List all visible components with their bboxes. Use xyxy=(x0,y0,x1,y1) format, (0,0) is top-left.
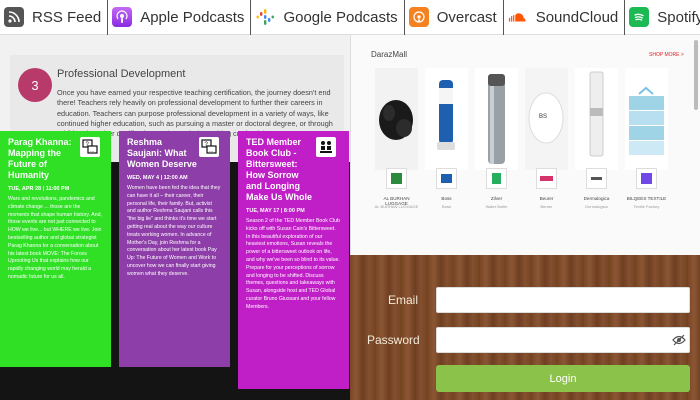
backpack-image xyxy=(375,68,418,170)
towel-stack-image xyxy=(625,68,668,170)
product-item[interactable]: Zilver Water Bottle xyxy=(473,68,520,258)
soundcloud-link[interactable]: SoundCloud xyxy=(504,0,626,35)
product-name: Dermalogica xyxy=(583,196,610,201)
email-field[interactable] xyxy=(436,287,690,313)
product-item[interactable]: Boss Boss xyxy=(423,68,470,258)
product-subtitle: Textile Factory xyxy=(633,204,660,209)
rss-feed-link[interactable]: RSS Feed xyxy=(0,0,109,35)
rss-feed-label: RSS Feed xyxy=(32,8,102,26)
apple-podcasts-link[interactable]: Apple Podcasts xyxy=(108,0,252,35)
product-subtitle: Beurer xyxy=(540,204,553,209)
rss-icon xyxy=(4,7,24,27)
brand-logo xyxy=(436,168,457,189)
scale-image: BS xyxy=(525,68,568,170)
event-date: WED, MAY 4 | 12:00 AM xyxy=(127,175,188,181)
password-field[interactable] xyxy=(436,327,690,353)
overcast-icon xyxy=(408,7,429,27)
product-item[interactable]: Dermalogica Dermalogica xyxy=(573,68,620,258)
appliance-image xyxy=(425,68,468,170)
google-podcasts-label: Google Podcasts xyxy=(283,8,398,26)
darazmall-panel: DarazMall SHOP MORE > AL BURHAN LUGGAGE … xyxy=(350,35,700,255)
shop-brand: DarazMall xyxy=(371,50,408,59)
event-description: Women have been fed the idea that they c… xyxy=(127,185,221,277)
cream-tube-image xyxy=(575,68,618,170)
spotify-icon xyxy=(629,7,650,27)
product-name: Boss xyxy=(441,196,452,201)
product-item[interactable]: BS Beurer Beurer xyxy=(523,68,570,258)
event-card-reshma-saujani[interactable]: ?... Reshma Saujani: What Women Deserve … xyxy=(119,131,230,367)
event-title: Reshma Saujani: What Women Deserve xyxy=(127,137,197,169)
password-label: Password xyxy=(367,333,420,347)
podcast-bar: RSS Feed Apple Podcasts Google Podcasts … xyxy=(0,0,700,35)
chat-question-icon[interactable]: ?... xyxy=(199,137,219,157)
spotify-link[interactable]: Spotify xyxy=(625,0,700,35)
event-card-parag-khanna[interactable]: ?... Parag Khanna: Mapping the Future of… xyxy=(0,131,111,367)
step-number-badge: 3 xyxy=(18,68,52,102)
page-root: RSS Feed Apple Podcasts Google Podcasts … xyxy=(0,0,700,400)
apple-podcasts-icon xyxy=(112,7,133,27)
product-item[interactable]: AL BURHAN LUGGAGE AL BURHAN LUGGAGE xyxy=(373,68,420,258)
product-subtitle: Dermalogica xyxy=(585,204,608,209)
login-panel: Email Password Login xyxy=(350,255,700,400)
bottle-image xyxy=(475,68,518,170)
brand-logo xyxy=(386,168,407,189)
spotify-label: Spotify xyxy=(657,8,700,26)
product-name: Beurer xyxy=(539,196,554,201)
login-button[interactable]: Login xyxy=(436,365,690,392)
product-name: BILQEES TEXTILE xyxy=(626,196,667,201)
shop-more-link[interactable]: SHOP MORE > xyxy=(649,52,684,58)
event-title: TED Member Book Club - Bittersweet: How … xyxy=(246,137,313,202)
product-subtitle: AL BURHAN LUGGAGE xyxy=(374,204,419,209)
svg-text:...: ... xyxy=(90,148,94,154)
soundcloud-label: SoundCloud xyxy=(535,8,619,26)
product-subtitle: Water Bottle xyxy=(485,204,508,209)
shop-scrollbar[interactable] xyxy=(694,40,698,110)
eye-off-icon[interactable] xyxy=(672,333,686,347)
svg-text:...: ... xyxy=(209,148,213,154)
brand-logo xyxy=(586,168,607,189)
brand-logo xyxy=(636,168,657,189)
chat-question-icon[interactable]: ?... xyxy=(80,137,100,157)
brand-logo xyxy=(486,168,507,189)
event-card-ted-book-club[interactable]: TED Member Book Club - Bittersweet: How … xyxy=(238,131,349,389)
product-item[interactable]: BILQEES TEXTILE Textile Factory xyxy=(623,68,670,258)
event-date: TUE, MAY 17 | 8:00 PM xyxy=(246,208,305,214)
product-name: Zilver xyxy=(490,196,503,201)
soundcloud-icon xyxy=(508,7,528,27)
brand-logo xyxy=(536,168,557,189)
google-podcasts-icon xyxy=(255,7,275,27)
book-club-icon[interactable] xyxy=(316,137,336,157)
google-podcasts-link[interactable]: Google Podcasts xyxy=(251,0,405,35)
svg-text:BS: BS xyxy=(539,114,547,120)
email-label: Email xyxy=(388,293,419,307)
event-title: Parag Khanna: Mapping the Future of Huma… xyxy=(8,137,72,180)
overcast-link[interactable]: Overcast xyxy=(405,0,504,35)
product-subtitle: Boss xyxy=(442,204,451,209)
event-description: Season 2 of the TED Member Book Club kic… xyxy=(246,218,340,310)
panel-title: Professional Development xyxy=(57,68,186,80)
event-description: Wars and revolutions, pandemics and clim… xyxy=(8,196,102,280)
apple-podcasts-label: Apple Podcasts xyxy=(140,8,245,26)
overcast-label: Overcast xyxy=(436,8,497,26)
event-date: TUE, APR 28 | 11:00 PM xyxy=(8,186,70,192)
